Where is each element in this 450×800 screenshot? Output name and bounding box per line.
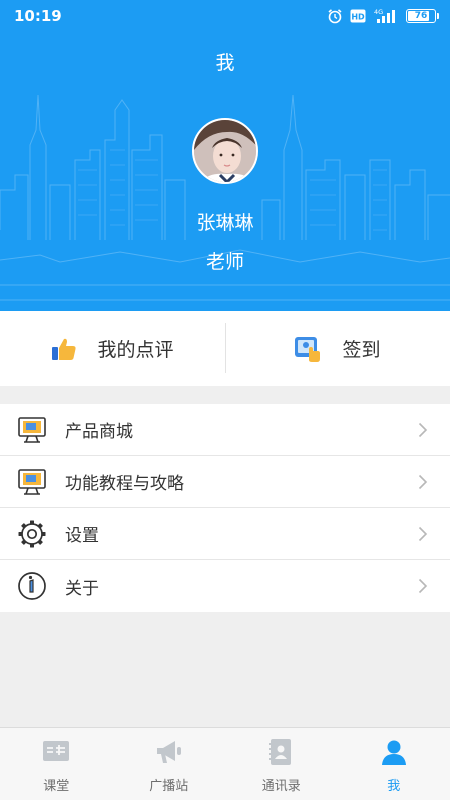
menu-label: 关于 bbox=[65, 578, 99, 599]
megaphone-icon bbox=[156, 741, 181, 763]
svg-text:4G: 4G bbox=[374, 8, 383, 16]
tab-label: 我 bbox=[387, 779, 401, 794]
menu-label: 设置 bbox=[65, 526, 99, 546]
bottom-tab-bar: 课堂 广播站 通讯录 我 bbox=[0, 727, 450, 800]
my-reviews-label: 我的点评 bbox=[97, 339, 174, 361]
my-reviews-button[interactable]: 我的点评 bbox=[0, 311, 225, 386]
profile-header: 10:19 HD 4G 76 我 张琳琳 老师 bbox=[0, 0, 450, 311]
tab-contacts[interactable]: 通讯录 bbox=[225, 728, 338, 800]
tab-label: 通讯录 bbox=[261, 779, 301, 794]
tab-broadcast[interactable]: 广播站 bbox=[113, 728, 226, 800]
signal-icon: 4G bbox=[374, 8, 395, 23]
chevron-right-icon bbox=[418, 422, 428, 438]
menu-item-settings[interactable]: 设置 bbox=[0, 508, 450, 560]
menu-item-tutorials[interactable]: 功能教程与攻略 bbox=[0, 456, 450, 508]
chevron-right-icon bbox=[418, 526, 428, 542]
battery-level: 76 bbox=[414, 11, 428, 21]
monitor-icon bbox=[18, 417, 46, 443]
menu-item-about[interactable]: 关于 bbox=[0, 560, 450, 612]
contacts-icon bbox=[269, 739, 292, 765]
chevron-right-icon bbox=[418, 474, 428, 490]
tab-label: 广播站 bbox=[149, 779, 189, 794]
chevron-right-icon bbox=[418, 578, 428, 594]
settings-menu: 产品商城 功能教程与攻略 设置 关于 bbox=[0, 404, 450, 612]
avatar[interactable] bbox=[192, 118, 258, 184]
action-divider bbox=[225, 323, 226, 373]
alarm-icon bbox=[328, 9, 342, 24]
battery-icon: 76 bbox=[406, 9, 439, 23]
tab-label: 课堂 bbox=[43, 779, 70, 794]
check-in-icon bbox=[295, 336, 321, 362]
tab-classroom[interactable]: 课堂 bbox=[0, 728, 113, 800]
gear-icon bbox=[18, 520, 46, 548]
status-icons: HD 4G 76 bbox=[327, 8, 439, 24]
hd-icon: HD bbox=[350, 9, 366, 23]
check-in-button[interactable]: 签到 bbox=[225, 311, 450, 386]
check-in-label: 签到 bbox=[342, 339, 381, 361]
tab-me[interactable]: 我 bbox=[338, 728, 450, 800]
status-time: 10:19 bbox=[14, 7, 62, 25]
classroom-icon bbox=[43, 741, 70, 761]
status-bar: 10:19 HD 4G 76 bbox=[0, 0, 450, 32]
quick-actions: 我的点评 签到 bbox=[0, 311, 450, 386]
user-icon bbox=[381, 740, 406, 765]
user-name: 张琳琳 bbox=[196, 212, 254, 234]
svg-text:HD: HD bbox=[351, 13, 365, 22]
info-icon bbox=[18, 572, 46, 600]
user-role: 老师 bbox=[205, 251, 244, 273]
thumbs-up-icon bbox=[52, 338, 77, 360]
menu-item-product-mall[interactable]: 产品商城 bbox=[0, 404, 450, 456]
page-title: 我 bbox=[215, 52, 235, 74]
monitor-icon bbox=[18, 469, 46, 495]
menu-label: 功能教程与攻略 bbox=[65, 474, 184, 494]
menu-label: 产品商城 bbox=[65, 422, 133, 442]
